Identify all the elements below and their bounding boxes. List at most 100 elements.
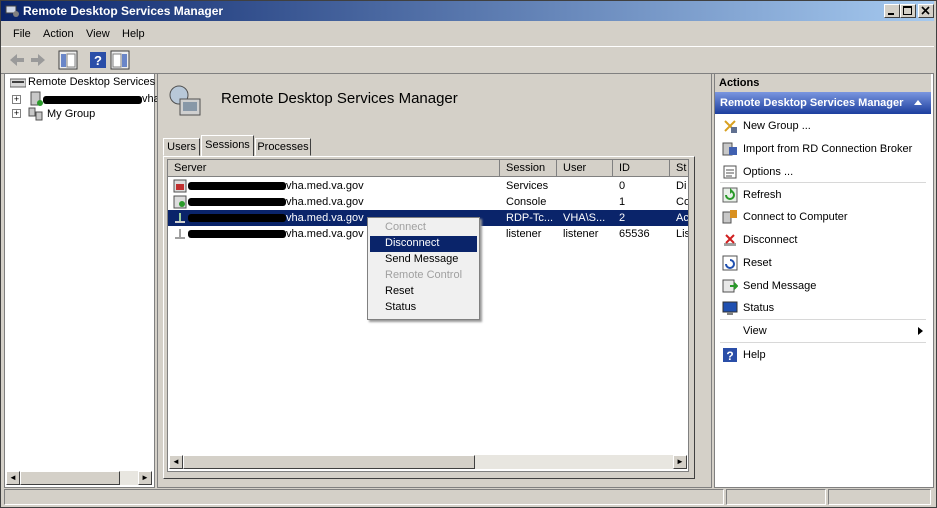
new-group-icon	[724, 120, 737, 133]
listener-session-icon	[175, 229, 185, 239]
back-arrow-icon[interactable]	[7, 50, 27, 70]
redacted-server-name	[188, 182, 286, 190]
services-session-icon	[173, 179, 187, 193]
cell-status: Di	[676, 180, 687, 192]
import-icon	[722, 142, 737, 156]
title-bar[interactable]: Remote Desktop Services Manager	[1, 1, 934, 21]
column-id[interactable]: ID	[613, 160, 670, 177]
action-options[interactable]: Options ...	[716, 161, 930, 183]
close-button[interactable]	[918, 4, 934, 18]
menu-help[interactable]: Help	[122, 28, 145, 40]
menu-bar: File Action View Help	[1, 23, 934, 45]
action-send-message[interactable]: Send Message	[716, 275, 930, 297]
actions-section-header[interactable]: Remote Desktop Services Manager	[715, 92, 931, 114]
action-help[interactable]: ? Help	[716, 344, 930, 366]
tree-scroll-right[interactable]: ►	[138, 471, 152, 485]
action-label: Send Message	[743, 280, 817, 292]
action-reset[interactable]: Reset	[716, 252, 930, 274]
actions-section-label: Remote Desktop Services Manager	[720, 97, 904, 109]
action-label: Status	[743, 302, 775, 314]
actions-header-label: Actions	[719, 77, 760, 89]
action-status[interactable]: Status	[716, 297, 930, 319]
context-item-send-message[interactable]: Send Message	[370, 252, 477, 268]
column-user[interactable]: User	[557, 160, 613, 177]
column-session[interactable]: Session	[500, 160, 557, 177]
redacted-server-name	[188, 198, 286, 206]
show-hide-tree-icon[interactable]	[58, 50, 78, 70]
help-icon: ?	[723, 348, 737, 363]
maximize-button[interactable]	[900, 4, 916, 18]
action-view[interactable]: View	[716, 320, 930, 342]
action-import-broker[interactable]: Import from RD Connection Broker	[716, 138, 930, 160]
actions-header: Actions	[715, 74, 931, 92]
menu-file[interactable]: File	[13, 28, 31, 40]
action-connect-computer[interactable]: Connect to Computer	[716, 206, 930, 228]
options-icon	[723, 165, 737, 179]
action-label: Connect to Computer	[743, 211, 848, 223]
svg-text:?: ?	[94, 53, 102, 68]
cell-id: 0	[619, 180, 626, 192]
cell-server: vha.med.va.gov	[286, 180, 364, 192]
action-label: Import from RD Connection Broker	[743, 143, 913, 155]
cell-id: 2	[619, 212, 626, 224]
context-item-reset[interactable]: Reset	[370, 284, 477, 300]
refresh-icon	[722, 187, 738, 203]
console-session-icon	[173, 195, 187, 209]
table-row[interactable]: vha.med.va.gov Services 0 Di	[168, 178, 688, 194]
context-item-status[interactable]: Status	[370, 300, 477, 316]
minimize-button[interactable]	[884, 4, 900, 18]
cell-id: 1	[619, 196, 626, 208]
list-scroll-thumb[interactable]	[183, 455, 475, 469]
context-item-remote-control: Remote Control	[385, 269, 463, 281]
show-hide-action-pane-icon[interactable]	[110, 50, 130, 70]
action-label: Disconnect	[743, 234, 798, 246]
tab-sessions[interactable]: Sessions	[201, 135, 254, 157]
tree-pane: Remote Desktop Services M + vha + My Gro…	[4, 73, 167, 488]
tree-expand-server[interactable]: +	[12, 95, 21, 104]
action-label: Help	[743, 349, 766, 361]
rdp-session-icon	[175, 213, 185, 223]
status-bar	[4, 489, 933, 505]
tab-processes[interactable]: Processes	[255, 138, 311, 156]
list-scroll-left[interactable]: ◄	[169, 455, 183, 469]
list-scroll-right[interactable]: ►	[673, 455, 687, 469]
forward-arrow-icon[interactable]	[28, 50, 48, 70]
cell-user: VHA\S...	[563, 212, 606, 224]
menu-action[interactable]: Action	[43, 28, 74, 40]
action-label: Options ...	[743, 166, 794, 178]
toolbar: ?	[1, 46, 934, 74]
action-label: View	[743, 325, 767, 337]
reset-icon	[722, 255, 738, 271]
context-item-disconnect[interactable]: Disconnect	[370, 236, 477, 252]
redacted-server-name	[188, 230, 286, 238]
table-row[interactable]: vha.med.va.gov Console 1 Co	[168, 194, 688, 210]
rds-app-icon	[5, 5, 19, 17]
cell-session: Services	[506, 180, 549, 192]
tab-users[interactable]: Users	[163, 138, 200, 156]
menu-view[interactable]: View	[86, 28, 110, 40]
minimize-icon	[888, 13, 894, 15]
tree-scroll-left[interactable]: ◄	[6, 471, 20, 485]
action-disconnect[interactable]: Disconnect	[716, 229, 930, 251]
help-icon[interactable]: ?	[88, 50, 108, 70]
cell-status: Co	[676, 196, 689, 208]
tree-item-my-group[interactable]: My Group	[47, 108, 95, 120]
collapse-up-icon[interactable]	[913, 99, 923, 106]
svg-text:?: ?	[726, 349, 733, 363]
action-refresh[interactable]: Refresh	[716, 184, 930, 206]
action-new-group[interactable]: New Group ...	[716, 115, 930, 137]
tree-expand-group[interactable]: +	[12, 109, 21, 118]
redacted-server-name	[43, 96, 142, 104]
server-icon	[30, 91, 43, 106]
actions-divider	[720, 182, 926, 183]
column-status[interactable]: St	[670, 160, 688, 177]
tree-scroll-thumb[interactable]	[20, 471, 120, 485]
tree-root-label[interactable]: Remote Desktop Services M	[28, 76, 167, 88]
status-icon	[722, 301, 738, 315]
connect-computer-icon	[722, 210, 737, 224]
server-manager-icon	[10, 78, 26, 88]
status-cell-3	[828, 489, 931, 505]
center-header-title: Remote Desktop Services Manager	[221, 90, 458, 107]
status-cell-2	[726, 489, 826, 505]
column-server[interactable]: Server	[168, 160, 500, 177]
